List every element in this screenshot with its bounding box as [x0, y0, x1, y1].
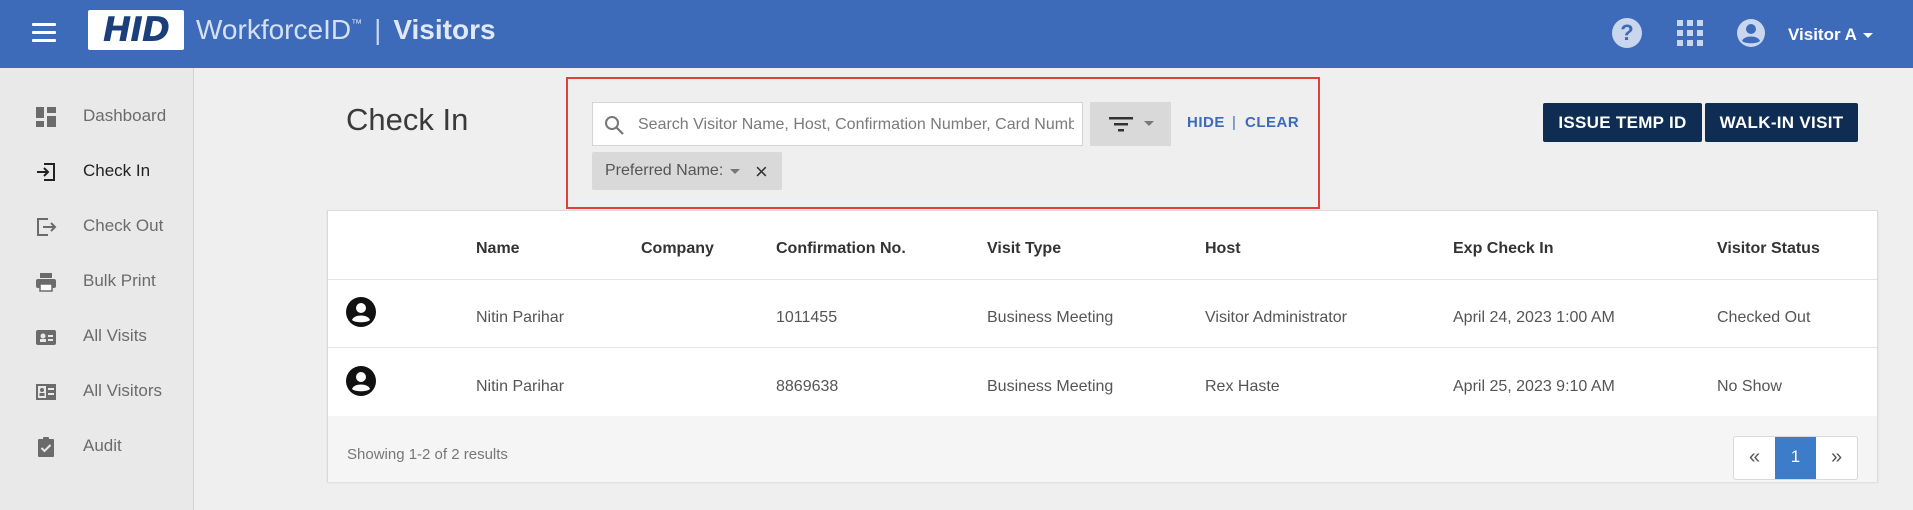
user-menu[interactable]: Visitor A — [1788, 25, 1873, 45]
prev-page-button[interactable]: « — [1734, 437, 1775, 479]
filter-chip-preferred-name[interactable]: Preferred Name: × — [592, 152, 782, 190]
sidebar-item-label: Dashboard — [83, 106, 167, 125]
cell-exp-check-in: April 24, 2023 1:00 AM — [1453, 309, 1615, 326]
id-card-icon — [36, 330, 56, 345]
avatar-icon — [346, 366, 376, 396]
column-header-visit-type[interactable]: Visit Type — [987, 240, 1061, 258]
visitors-icon — [36, 384, 56, 400]
cell-status: No Show — [1717, 378, 1782, 395]
column-header-visitor-status[interactable]: Visitor Status — [1717, 240, 1820, 258]
visits-table: Name Company Confirmation No. Visit Type… — [327, 210, 1878, 482]
sidebar-item-check-in[interactable]: Check In — [0, 151, 193, 191]
sidebar-item-dashboard[interactable]: Dashboard — [0, 96, 193, 136]
avatar-icon — [346, 297, 376, 327]
results-count: Showing 1-2 of 2 results — [347, 446, 508, 463]
cell-status: Checked Out — [1717, 309, 1811, 326]
chevron-down-icon[interactable] — [730, 169, 740, 174]
cell-exp-check-in: April 25, 2023 9:10 AM — [1453, 378, 1615, 395]
issue-temp-id-button[interactable]: ISSUE TEMP ID — [1543, 103, 1702, 142]
hide-filters-link[interactable]: HIDE — [1187, 114, 1225, 131]
table-header: Name Company Confirmation No. Visit Type… — [328, 211, 1877, 280]
filter-dropdown-button[interactable] — [1090, 102, 1171, 146]
check-in-icon — [37, 163, 55, 181]
column-header-name[interactable]: Name — [476, 240, 520, 258]
sidebar-item-label: Check In — [83, 161, 151, 180]
clipboard-check-icon — [38, 437, 54, 457]
column-header-confirmation[interactable]: Confirmation No. — [776, 240, 906, 258]
cell-host: Rex Haste — [1205, 378, 1280, 395]
sidebar: Dashboard Check In Check Out Bulk Print … — [0, 68, 194, 510]
clear-filters-link[interactable]: CLEAR — [1245, 114, 1299, 131]
help-icon[interactable]: ? — [1612, 18, 1642, 48]
product-name: WorkforceID — [196, 14, 352, 45]
search-icon — [605, 116, 624, 135]
search-input[interactable] — [636, 109, 1076, 141]
hid-logo: HID — [88, 10, 184, 50]
printer-icon — [36, 273, 56, 292]
sidebar-item-label: Check Out — [83, 216, 164, 235]
module-name: Visitors — [393, 14, 496, 45]
sidebar-item-all-visits[interactable]: All Visits — [0, 316, 193, 356]
sidebar-item-label: Audit — [83, 436, 122, 455]
sidebar-item-label: All Visits — [83, 326, 147, 345]
cell-name: Nitin Parihar — [476, 378, 565, 395]
user-name: Visitor A — [1788, 25, 1857, 44]
search-box[interactable] — [592, 102, 1083, 146]
cell-confirmation: 1011455 — [776, 309, 838, 326]
dashboard-icon — [36, 107, 56, 127]
table-row[interactable]: Nitin Parihar 1011455 Business Meeting V… — [328, 279, 1877, 348]
table-footer: Showing 1-2 of 2 results « 1 » — [328, 416, 1877, 482]
table-row[interactable]: Nitin Parihar 8869638 Business Meeting R… — [328, 348, 1877, 417]
cell-name: Nitin Parihar — [476, 309, 565, 326]
sidebar-item-audit[interactable]: Audit — [0, 426, 193, 466]
walk-in-visit-button[interactable]: WALK-IN VISIT — [1705, 103, 1858, 142]
cell-visit-type: Business Meeting — [987, 378, 1114, 395]
user-account-icon[interactable] — [1736, 18, 1766, 48]
menu-icon[interactable] — [32, 23, 56, 43]
cell-visit-type: Business Meeting — [987, 309, 1114, 326]
sidebar-item-bulk-print[interactable]: Bulk Print — [0, 261, 193, 301]
close-icon[interactable]: × — [755, 159, 768, 185]
check-out-icon — [37, 218, 57, 236]
cell-confirmation: 8869638 — [776, 378, 839, 395]
chevron-down-icon — [1862, 33, 1873, 39]
page-title: Check In — [346, 102, 469, 137]
filter-icon — [1109, 117, 1133, 132]
sidebar-item-label: All Visitors — [83, 381, 163, 400]
next-page-button[interactable]: » — [1816, 437, 1857, 479]
top-bar: HID WorkforceID™ | Visitors ? Visitor A — [0, 0, 1913, 68]
cell-host: Visitor Administrator — [1205, 309, 1347, 326]
trademark: ™ — [351, 18, 363, 30]
column-header-exp-check-in[interactable]: Exp Check In — [1453, 240, 1553, 258]
column-header-company[interactable]: Company — [641, 240, 714, 258]
filter-chip-label: Preferred Name: — [605, 162, 724, 179]
apps-grid-icon[interactable] — [1677, 20, 1703, 46]
column-header-host[interactable]: Host — [1205, 240, 1241, 258]
app-title: WorkforceID™ | Visitors — [196, 14, 496, 46]
page-1-button[interactable]: 1 — [1775, 437, 1816, 479]
link-separator: | — [1232, 114, 1236, 131]
chevron-down-icon — [1144, 121, 1154, 126]
pagination: « 1 » — [1733, 436, 1858, 480]
sidebar-item-all-visitors[interactable]: All Visitors — [0, 371, 193, 411]
title-separator: | — [374, 14, 382, 45]
sidebar-item-check-out[interactable]: Check Out — [0, 206, 193, 246]
sidebar-item-label: Bulk Print — [83, 271, 156, 290]
